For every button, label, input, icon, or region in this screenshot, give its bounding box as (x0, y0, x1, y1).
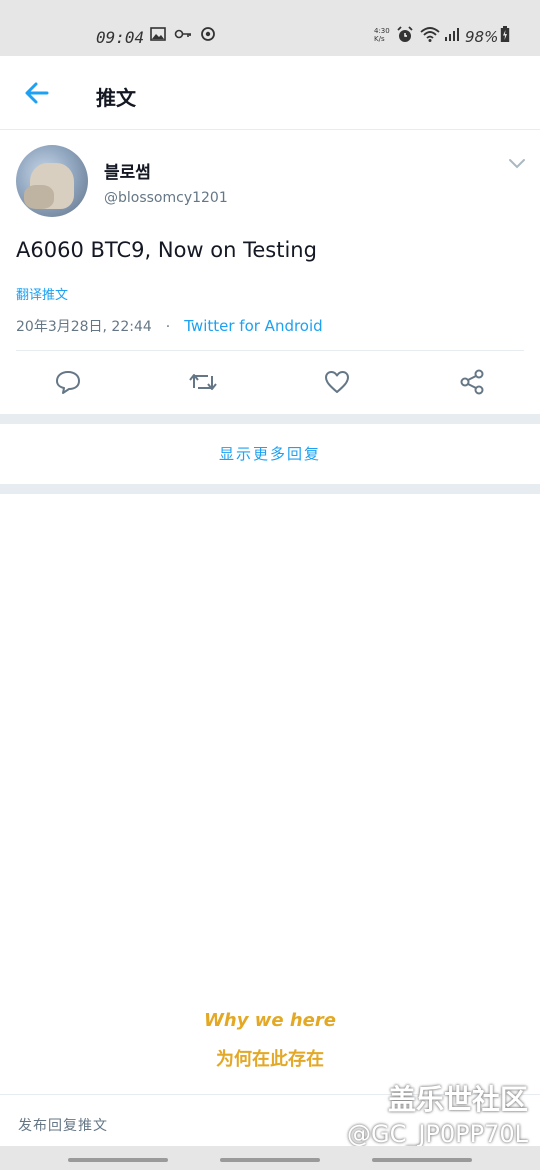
share-icon[interactable] (458, 368, 486, 396)
display-name[interactable]: 블로썸 (104, 158, 151, 183)
app-bar: 推文 (0, 56, 540, 130)
battery-icon (500, 26, 510, 47)
divider (16, 350, 524, 351)
section-separator (0, 414, 540, 424)
nav-home-button[interactable] (220, 1158, 320, 1162)
chevron-down-icon[interactable] (508, 156, 526, 170)
sync-icon (200, 26, 216, 46)
translate-tweet-link[interactable]: 翻译推文 (16, 284, 68, 303)
status-bar: 09:04 4:30 K/s 98% (0, 0, 540, 56)
tweet-actions (0, 352, 540, 414)
tweet-meta: 20年3月28日, 22:44 · Twitter for Android (16, 316, 323, 336)
reply-input-placeholder[interactable]: 发布回复推文 (18, 1115, 108, 1135)
show-more-replies-button[interactable]: 显示更多回复 (0, 424, 540, 484)
tweet-source-link[interactable]: Twitter for Android (184, 317, 322, 335)
avatar[interactable] (16, 145, 88, 217)
watermark-chinese: 为何在此存在 (216, 1049, 324, 1070)
user-id-watermark: @GC_JP0PP70L (346, 1120, 528, 1148)
status-time: 09:04 (96, 28, 145, 47)
wifi-icon (420, 26, 440, 46)
arrow-left-icon[interactable] (22, 78, 52, 108)
alarm-icon (396, 26, 414, 48)
net-speed: 4:30 K/s (374, 27, 390, 43)
avatar-hand (24, 185, 54, 209)
image-icon (150, 26, 166, 46)
section-separator (0, 484, 540, 494)
meta-separator: · (165, 319, 171, 335)
page-title: 推文 (96, 86, 136, 110)
battery-percent: 98% (465, 28, 499, 46)
reply-icon[interactable] (54, 368, 82, 396)
retweet-icon[interactable] (188, 368, 217, 396)
watermark-english: Why we here (204, 1010, 336, 1031)
community-watermark: 盖乐世社区 (387, 1083, 528, 1116)
system-nav-bar (0, 1146, 540, 1170)
signal-icon (444, 26, 460, 46)
nav-back-button[interactable] (372, 1158, 472, 1162)
user-handle[interactable]: @blossomcy1201 (104, 190, 228, 206)
key-icon (174, 26, 192, 46)
like-icon[interactable] (323, 368, 351, 396)
nav-recent-button[interactable] (68, 1158, 168, 1162)
tweet-date: 20年3月28日, 22:44 (16, 319, 152, 335)
tweet-text: A6060 BTC9, Now on Testing (16, 238, 317, 262)
